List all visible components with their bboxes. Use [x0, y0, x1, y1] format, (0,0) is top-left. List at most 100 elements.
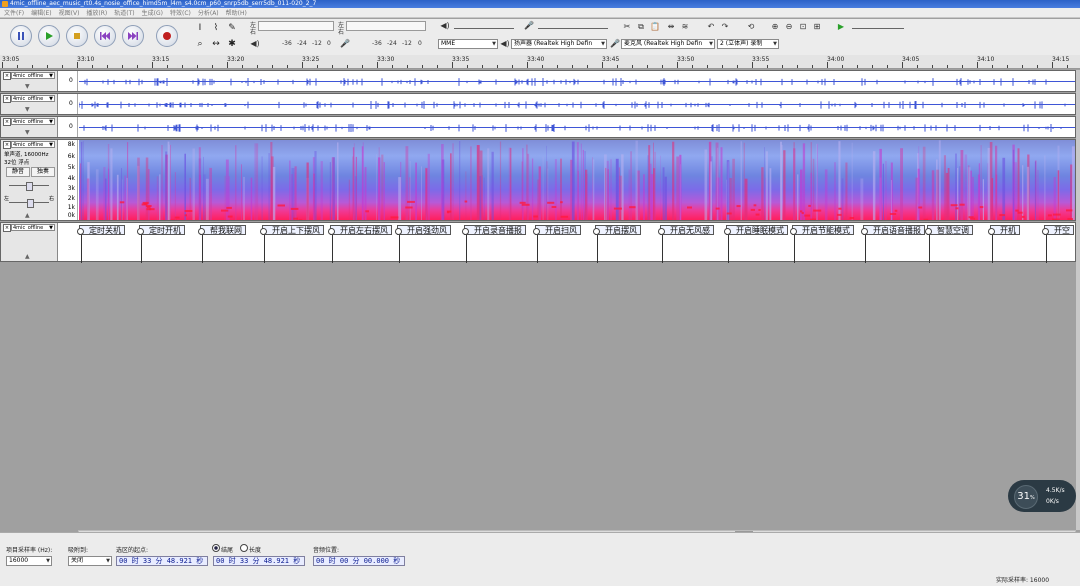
spectrogram-band: [532, 159, 533, 221]
track-name-menu[interactable]: 4mic_offline: [11, 118, 55, 125]
collapse-icon[interactable]: ▲: [25, 253, 30, 260]
cut-icon[interactable]: ✂: [622, 22, 632, 32]
play-speed-slider[interactable]: [852, 23, 904, 29]
label-item[interactable]: 开启录音播报: [464, 225, 526, 235]
paste-icon[interactable]: 📋: [650, 22, 660, 32]
collapse-icon[interactable]: ▼: [25, 129, 30, 136]
selection-end-field[interactable]: 00 时 33 分 48.921 秒: [213, 556, 305, 566]
menu-help[interactable]: 帮助(H): [226, 8, 247, 17]
label-item[interactable]: 开启语音播报: [863, 225, 925, 235]
gain-slider-thumb[interactable]: [26, 182, 33, 191]
draw-tool-icon[interactable]: ✎: [226, 22, 238, 34]
waveform[interactable]: [79, 71, 1075, 91]
label-item[interactable]: 开机: [990, 225, 1020, 235]
label-item[interactable]: 开启摆风: [595, 225, 641, 235]
channels-select[interactable]: 2 (立体声) 录制: [717, 39, 779, 49]
spectrogram-band: [780, 142, 782, 220]
skip-start-button[interactable]: [94, 25, 116, 47]
label-item[interactable]: 开启无风感: [660, 225, 714, 235]
sync-lock-icon[interactable]: ⟲: [746, 22, 756, 32]
close-track-icon[interactable]: ×: [3, 224, 11, 232]
collapse-icon[interactable]: ▼: [25, 106, 30, 113]
menu-tracks[interactable]: 轨道(T): [114, 8, 134, 17]
copy-icon[interactable]: ⧉: [636, 22, 646, 32]
host-select[interactable]: MME: [438, 39, 498, 49]
menu-generate[interactable]: 生成(G): [142, 8, 163, 17]
label-item[interactable]: 定时关机: [79, 225, 125, 235]
label-area[interactable]: 定时关机 定时开机 帮我联网 开启上下摆风 开启左右摆风 开启强劲风 开启录音播…: [79, 223, 1075, 261]
envelope-tool-icon[interactable]: ⌇: [210, 22, 222, 34]
label-item[interactable]: 开空: [1044, 225, 1074, 235]
menu-transport[interactable]: 播放(R): [86, 8, 107, 17]
close-track-icon[interactable]: ×: [3, 95, 11, 103]
collapse-icon[interactable]: ▼: [25, 83, 30, 90]
zoom-tool-icon[interactable]: ⌕: [194, 38, 206, 50]
pan-slider-thumb[interactable]: [27, 199, 34, 208]
output-volume-slider[interactable]: [454, 23, 514, 29]
label-item[interactable]: 开启左右摆风: [330, 225, 392, 235]
multi-tool-icon[interactable]: ✱: [226, 38, 238, 50]
mute-button[interactable]: 静音: [6, 167, 30, 177]
redo-icon[interactable]: ↷: [720, 22, 730, 32]
trim-icon[interactable]: ⇹: [666, 22, 676, 32]
input-volume-slider[interactable]: [538, 23, 608, 29]
spectrogram-band: [295, 166, 297, 220]
play-button[interactable]: [38, 25, 60, 47]
label-item[interactable]: 开启扫风: [535, 225, 581, 235]
collapse-icon[interactable]: ▲: [25, 212, 30, 219]
timeshift-tool-icon[interactable]: ↔: [210, 38, 222, 50]
timeline-ruler[interactable]: 33:0533:1033:1533:2033:2533:3033:3533:40…: [0, 55, 1080, 69]
zoom-in-icon[interactable]: ⊕: [770, 22, 780, 32]
length-radio[interactable]: [240, 544, 248, 552]
project-rate-select[interactable]: 16000: [6, 556, 52, 566]
play-at-speed-icon[interactable]: ▶: [836, 22, 846, 32]
track-name-menu[interactable]: 4mic_offline: [11, 72, 55, 79]
label-item[interactable]: 定时开机: [139, 225, 185, 235]
menu-file[interactable]: 文件(F): [4, 8, 24, 17]
audio-position-field[interactable]: 00 时 00 分 00.000 秒: [313, 556, 405, 566]
label-item[interactable]: 开启强劲风: [397, 225, 451, 235]
end-radio[interactable]: [212, 544, 220, 552]
waveform[interactable]: [79, 94, 1075, 114]
output-device-select[interactable]: 扬声器 (Realtek High Defin: [511, 39, 607, 49]
record-button[interactable]: [156, 25, 178, 47]
spectrogram-energy: [228, 216, 233, 218]
track-name-menu[interactable]: 4mic_offline: [11, 141, 55, 148]
selection-start-field[interactable]: 00 时 33 分 48.921 秒: [116, 556, 208, 566]
vertical-scrollbar[interactable]: [1076, 70, 1080, 530]
skip-end-button[interactable]: [122, 25, 144, 47]
label-item[interactable]: 帮我联网: [200, 225, 246, 235]
input-device-select[interactable]: 麦克风 (Realtek High Defin: [621, 39, 715, 49]
menu-analyze[interactable]: 分析(A): [198, 8, 219, 17]
silence-icon[interactable]: ≋: [680, 22, 690, 32]
pause-button[interactable]: [10, 25, 32, 47]
label-item[interactable]: 开启上下摆风: [262, 225, 324, 235]
zoom-out-icon[interactable]: ⊖: [784, 22, 794, 32]
undo-icon[interactable]: ↶: [706, 22, 716, 32]
fit-project-icon[interactable]: ⊞: [812, 22, 822, 32]
menu-effect[interactable]: 特效(C): [170, 8, 191, 17]
label-item[interactable]: 智慧空调: [927, 225, 973, 235]
menu-view[interactable]: 视图(V): [59, 8, 80, 17]
selection-tool-icon[interactable]: I: [194, 22, 206, 34]
ruler-tick-label: 33:05: [2, 56, 19, 63]
solo-button[interactable]: 独奏: [31, 167, 55, 177]
label-item[interactable]: 开启睡眠模式: [726, 225, 788, 235]
snap-select[interactable]: 关闭: [68, 556, 112, 566]
close-track-icon[interactable]: ×: [3, 141, 11, 149]
waveform[interactable]: [79, 117, 1075, 137]
spectrogram[interactable]: [79, 140, 1075, 220]
close-track-icon[interactable]: ×: [3, 118, 11, 126]
track-name-menu[interactable]: 4mic_offline: [11, 95, 55, 102]
network-speed-widget[interactable]: 31% 4.5K/s 0K/s: [1008, 480, 1076, 512]
track-name-menu[interactable]: 4mic_offline: [11, 224, 55, 231]
fit-selection-icon[interactable]: ⊡: [798, 22, 808, 32]
close-track-icon[interactable]: ×: [3, 72, 11, 80]
track-control-panel: × 4mic_offline ▲: [1, 223, 58, 261]
stop-button[interactable]: [66, 25, 88, 47]
recording-meter[interactable]: [346, 21, 426, 31]
label-item[interactable]: 开启节能模式: [792, 225, 854, 235]
menu-edit[interactable]: 编辑(E): [31, 8, 51, 17]
playback-meter[interactable]: [258, 21, 334, 31]
amplitude-scale: 0: [58, 94, 78, 114]
